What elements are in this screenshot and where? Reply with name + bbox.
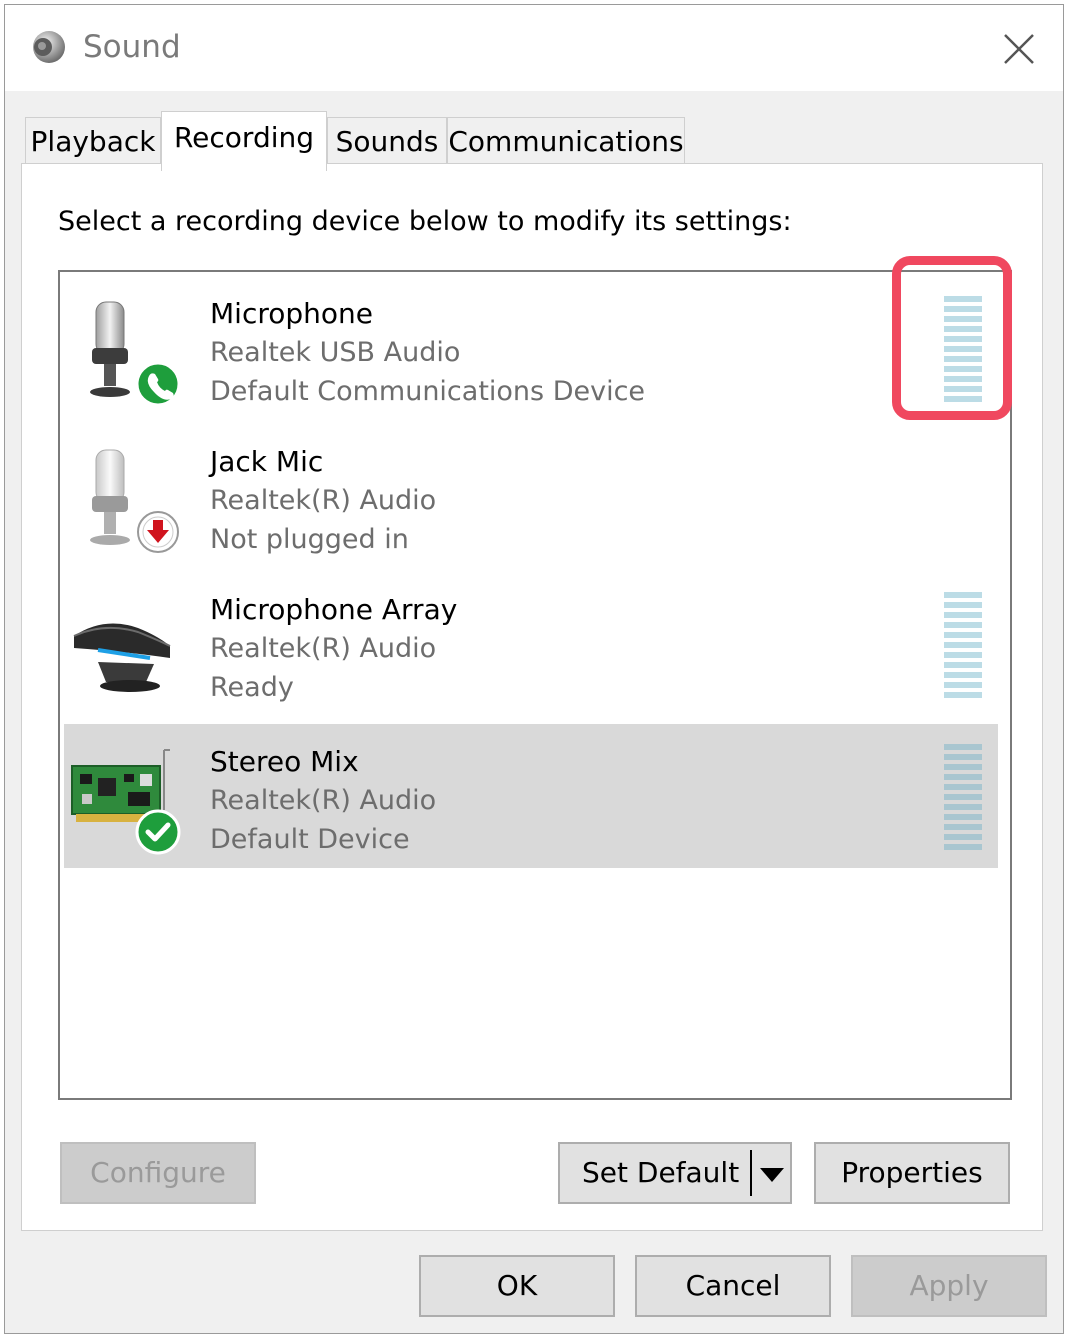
tab-playback[interactable]: Playback: [25, 117, 161, 169]
title-bar: Sound: [5, 5, 1063, 91]
device-status: Ready: [210, 672, 294, 703]
device-name: Jack Mic: [210, 445, 324, 478]
device-texts: Jack Mic Realtek(R) Audio Not plugged in: [210, 442, 436, 559]
instruction-text: Select a recording device below to modif…: [58, 206, 792, 237]
microphone-array-icon: [73, 623, 171, 692]
device-status: Not plugged in: [210, 524, 409, 555]
device-driver: Realtek(R) Audio: [210, 485, 437, 516]
level-meter: [944, 592, 982, 704]
sound-card-check-icon: [71, 749, 181, 855]
device-item-stereo-mix[interactable]: Stereo Mix Realtek(R) Audio Default Devi…: [64, 724, 998, 868]
device-texts: Microphone Array Realtek(R) Audio Ready: [210, 590, 457, 707]
tab-communications[interactable]: Communications: [447, 117, 685, 169]
sound-dialog: Sound Playback Recording Sounds Communic…: [4, 4, 1064, 1334]
microphone-unplugged-icon: [90, 449, 179, 553]
device-item-microphone-array[interactable]: Microphone Array Realtek(R) Audio Ready: [64, 572, 998, 716]
split-separator: [750, 1150, 752, 1196]
device-name: Microphone: [210, 297, 373, 330]
set-default-label: Set Default: [582, 1156, 740, 1189]
properties-button[interactable]: Properties: [814, 1142, 1010, 1204]
speaker-icon: [33, 31, 65, 63]
tab-sounds[interactable]: Sounds: [327, 117, 447, 169]
device-item-jack-mic[interactable]: Jack Mic Realtek(R) Audio Not plugged in: [64, 424, 998, 568]
apply-button[interactable]: Apply: [851, 1255, 1047, 1317]
ok-button[interactable]: OK: [419, 1255, 615, 1317]
set-default-button[interactable]: Set Default: [558, 1142, 792, 1204]
device-driver: Realtek USB Audio: [210, 337, 461, 368]
configure-button[interactable]: Configure: [60, 1142, 256, 1204]
recording-panel: Select a recording device below to modif…: [21, 163, 1043, 1231]
microphone-phone-icon: [90, 301, 181, 407]
device-status: Default Communications Device: [210, 376, 646, 407]
device-texts: Stereo Mix Realtek(R) Audio Default Devi…: [210, 742, 436, 859]
device-item-microphone[interactable]: Microphone Realtek USB Audio Default Com…: [64, 276, 998, 420]
highlight-box: [892, 256, 1012, 420]
device-driver: Realtek(R) Audio: [210, 633, 437, 664]
tab-recording[interactable]: Recording: [161, 111, 327, 171]
window-title: Sound: [83, 29, 181, 65]
device-texts: Microphone Realtek USB Audio Default Com…: [210, 294, 645, 411]
chevron-down-icon[interactable]: [760, 1168, 784, 1182]
level-meter: [944, 744, 982, 856]
cancel-button[interactable]: Cancel: [635, 1255, 831, 1317]
close-icon[interactable]: [993, 23, 1045, 75]
device-name: Stereo Mix: [210, 745, 359, 778]
device-driver: Realtek(R) Audio: [210, 785, 437, 816]
device-list[interactable]: Microphone Realtek USB Audio Default Com…: [58, 270, 1012, 1100]
device-status: Default Device: [210, 824, 410, 855]
device-name: Microphone Array: [210, 593, 458, 626]
